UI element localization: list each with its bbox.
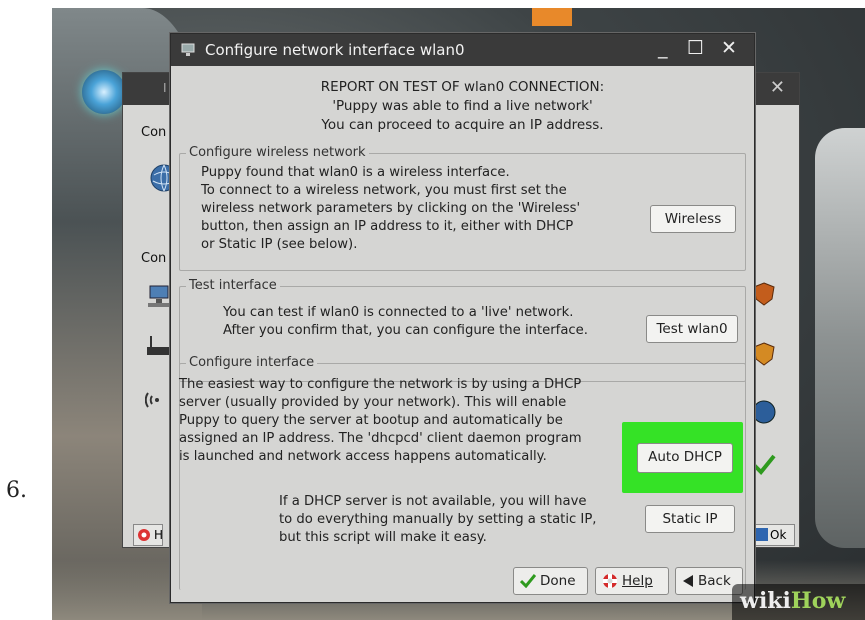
wallpaper-robot-eye bbox=[82, 70, 126, 114]
dhcp-line: The easiest way to configure the network… bbox=[179, 377, 582, 392]
static-line: but this script will make it easy. bbox=[279, 530, 487, 545]
wifi-icon bbox=[145, 392, 159, 408]
background-ok-button[interactable]: Ok bbox=[751, 524, 795, 546]
lifebuoy-icon bbox=[138, 529, 150, 541]
help-button[interactable]: Help bbox=[595, 567, 669, 595]
step-number: 6. bbox=[6, 478, 27, 503]
wallpaper-robot-right bbox=[815, 128, 865, 548]
test-section-title: Test interface bbox=[186, 278, 280, 293]
wireless-section-title: Configure wireless network bbox=[186, 145, 369, 160]
wireless-description: Puppy found that wlan0 is a wireless int… bbox=[201, 164, 580, 254]
done-button[interactable]: Done bbox=[513, 567, 588, 595]
static-ip-description: If a DHCP server is not available, you w… bbox=[279, 493, 596, 547]
configure-interface-dialog: Configure network interface wlan0 _ ☐ ✕ … bbox=[170, 33, 755, 603]
wireless-line: button, then assign an IP address to it,… bbox=[201, 219, 574, 234]
router-icon bbox=[147, 336, 169, 355]
back-label: Back bbox=[698, 573, 731, 589]
wireless-section: Configure wireless network Puppy found t… bbox=[179, 145, 746, 271]
report-line: REPORT ON TEST OF wlan0 CONNECTION: bbox=[320, 79, 605, 95]
background-help-button[interactable]: H bbox=[133, 524, 163, 546]
back-arrow-icon bbox=[683, 575, 693, 587]
test-line: You can test if wlan0 is connected to a … bbox=[223, 305, 574, 320]
report-line: You can proceed to acquire an IP address… bbox=[321, 117, 604, 133]
dhcp-line: server (usually provided by your network… bbox=[179, 395, 567, 410]
maximize-icon[interactable]: ☐ bbox=[687, 37, 704, 59]
dialog-titlebar[interactable]: Configure network interface wlan0 _ ☐ ✕ bbox=[171, 34, 754, 66]
background-window-close-icon[interactable]: ✕ bbox=[770, 77, 785, 98]
dhcp-line: assigned an IP address. The 'dhcpcd' cli… bbox=[179, 431, 582, 446]
wallpaper-orange-accent bbox=[532, 8, 572, 26]
close-icon[interactable]: ✕ bbox=[721, 37, 737, 59]
static-line: If a DHCP server is not available, you w… bbox=[279, 494, 587, 509]
wireless-line: or Static IP (see below). bbox=[201, 237, 358, 252]
static-ip-button[interactable]: Static IP bbox=[645, 505, 735, 533]
watermark-how: How bbox=[790, 588, 846, 614]
wireless-line: wireless network parameters by clicking … bbox=[201, 201, 581, 216]
lifebuoy-icon bbox=[603, 574, 617, 588]
checkmark-icon bbox=[520, 574, 536, 588]
background-ok-label: Ok bbox=[770, 528, 787, 542]
help-label: Help bbox=[622, 573, 653, 589]
background-window-title: I bbox=[163, 81, 167, 95]
static-line: to do everything manually by setting a s… bbox=[279, 512, 597, 527]
watermark-wiki: wiki bbox=[740, 588, 791, 614]
background-label-2: Con bbox=[141, 251, 167, 266]
dhcp-line: Puppy to query the server at bootup and … bbox=[179, 413, 563, 428]
dhcp-line: is launched and network access happens a… bbox=[179, 449, 547, 464]
configure-interface-title: Configure interface bbox=[186, 355, 318, 370]
test-report: REPORT ON TEST OF wlan0 CONNECTION: 'Pup… bbox=[171, 78, 754, 135]
minimize-icon[interactable]: _ bbox=[658, 37, 668, 59]
network-icon bbox=[181, 43, 195, 56]
dialog-title: Configure network interface wlan0 bbox=[205, 41, 465, 59]
wireless-line: To connect to a wireless network, you mu… bbox=[201, 183, 567, 198]
test-wlan0-button[interactable]: Test wlan0 bbox=[646, 315, 738, 343]
background-help-label: H bbox=[154, 528, 164, 542]
auto-dhcp-button[interactable]: Auto DHCP bbox=[637, 443, 733, 473]
test-line: After you confirm that, you can configur… bbox=[223, 323, 588, 338]
report-line: 'Puppy was able to find a live network' bbox=[332, 98, 593, 114]
wireless-line: Puppy found that wlan0 is a wireless int… bbox=[201, 165, 510, 180]
done-label: Done bbox=[540, 573, 576, 589]
test-description: You can test if wlan0 is connected to a … bbox=[223, 304, 588, 340]
wikihow-watermark: wikiHow bbox=[732, 584, 865, 620]
dialog-body: REPORT ON TEST OF wlan0 CONNECTION: 'Pup… bbox=[171, 66, 754, 604]
wireless-button[interactable]: Wireless bbox=[650, 205, 736, 233]
ok-icon bbox=[755, 528, 768, 541]
dhcp-description: The easiest way to configure the network… bbox=[179, 376, 582, 466]
background-label-1: Con bbox=[141, 125, 167, 140]
